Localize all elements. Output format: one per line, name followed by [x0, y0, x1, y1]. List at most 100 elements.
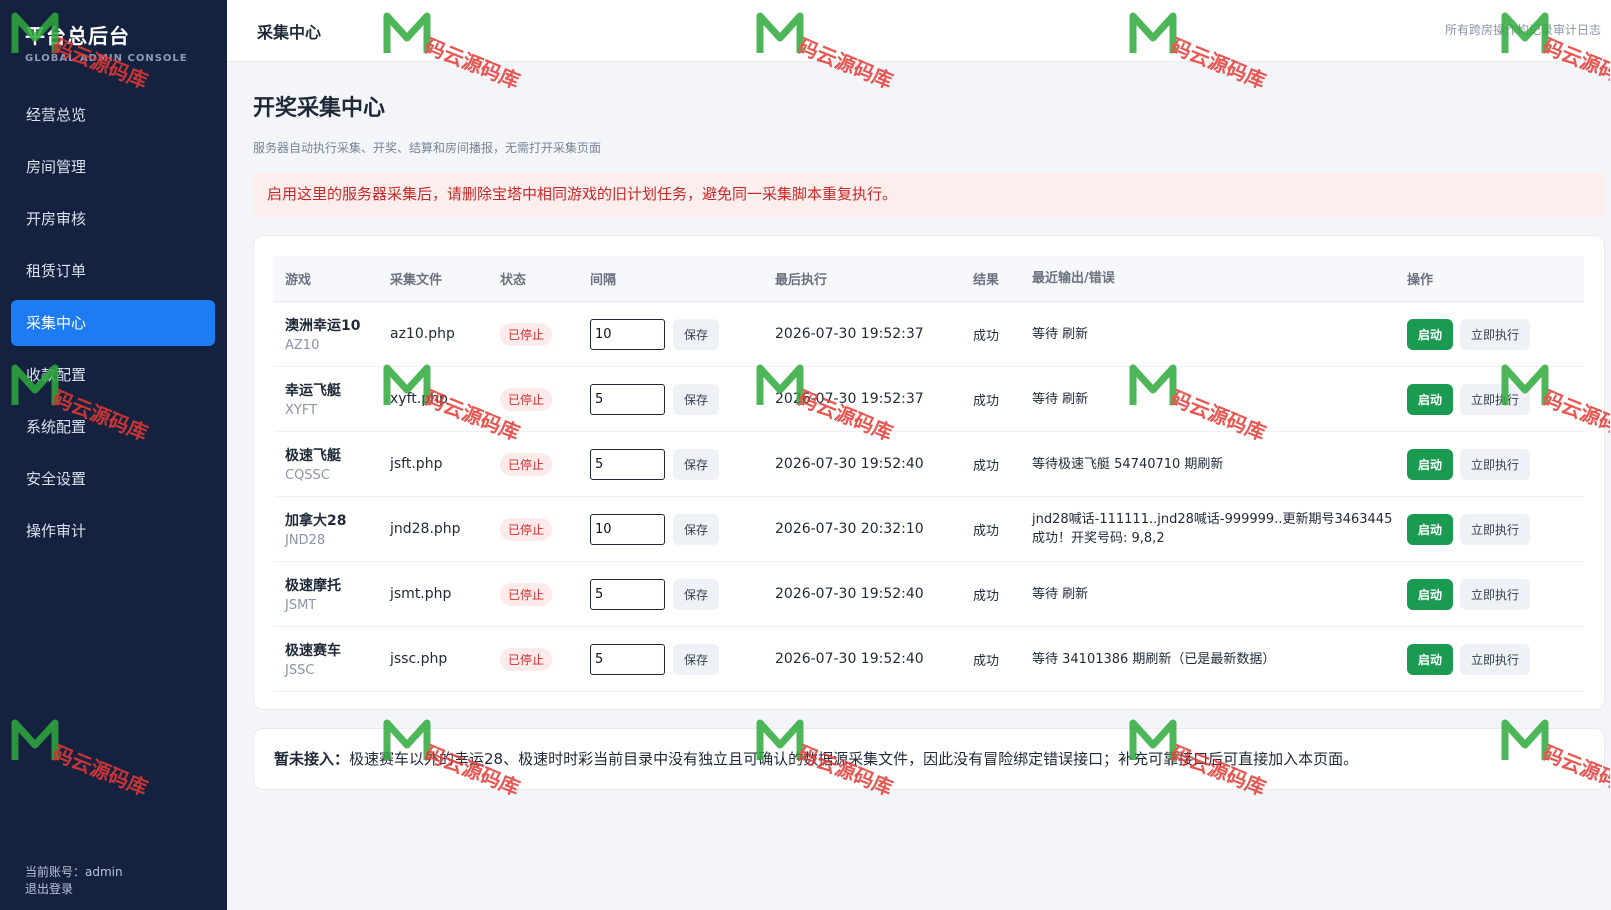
run-now-button[interactable]: 立即执行 [1460, 578, 1531, 610]
start-button[interactable]: 启动 [1407, 318, 1454, 350]
file-name: xyft.php [390, 391, 448, 407]
ops-cell: 启动 立即执行 [1407, 578, 1584, 610]
interval-input[interactable] [590, 448, 665, 480]
game-cell: 幸运飞艇 XYFT [274, 380, 390, 418]
last-run: 2026-07-30 19:52:37 [775, 326, 924, 342]
game-cell: 加拿大28 JND28 [274, 510, 390, 548]
sidebar-item-audit[interactable]: 操作审计 [11, 508, 215, 554]
ops-cell: 启动 立即执行 [1407, 513, 1584, 545]
sidebar-item-security[interactable]: 安全设置 [11, 456, 215, 502]
game-name: 澳洲幸运10 [285, 318, 361, 334]
last-run: 2026-07-30 19:52:40 [775, 456, 924, 472]
save-button[interactable]: 保存 [673, 578, 720, 610]
topbar-title: 采集中心 [257, 23, 322, 42]
game-name: 幸运飞艇 [285, 383, 341, 399]
logout-link[interactable]: 退出登录 [25, 881, 123, 898]
not-integrated-note: 暂未接入：极速赛车以外的幸运28、极速时时彩当前目录中没有独立且可确认的数据源采… [253, 728, 1605, 790]
table-row: 极速飞艇 CQSSC jsft.php 已停止 保存 2026-07-30 19… [274, 432, 1584, 497]
start-button[interactable]: 启动 [1407, 643, 1454, 675]
run-now-button[interactable]: 立即执行 [1460, 643, 1531, 675]
file-name: jsft.php [390, 456, 443, 472]
status-badge: 已停止 [500, 322, 553, 346]
topbar: 采集中心 所有跨房操作均记录审计日志 [227, 0, 1611, 62]
interval-cell: 保存 [590, 643, 775, 675]
output: 等待 34101386 期刷新（已是最新数据） [1032, 651, 1276, 667]
save-button[interactable]: 保存 [673, 318, 720, 350]
interval-input[interactable] [590, 318, 665, 350]
game-name: 极速赛车 [285, 643, 341, 659]
sidebar-item-rental-orders[interactable]: 租赁订单 [11, 248, 215, 294]
interval-cell: 保存 [590, 318, 775, 350]
run-now-button[interactable]: 立即执行 [1460, 448, 1531, 480]
table-row: 澳洲幸运10 AZ10 az10.php 已停止 保存 2026-07-30 1… [274, 302, 1584, 367]
run-now-button[interactable]: 立即执行 [1460, 513, 1531, 545]
collector-card: 游戏 采集文件 状态 间隔 最后执行 结果 最近输出/错误 操作 澳洲幸运10 … [253, 235, 1605, 710]
sidebar-item-payment-config[interactable]: 收款配置 [11, 352, 215, 398]
warning-alert: 启用这里的服务器采集后，请删除宝塔中相同游戏的旧计划任务，避免同一采集脚本重复执… [253, 172, 1605, 217]
header-last-run: 最后执行 [775, 273, 828, 288]
game-name: 加拿大28 [285, 513, 347, 529]
result: 成功 [973, 588, 1000, 604]
game-name: 极速飞艇 [285, 448, 341, 464]
save-button[interactable]: 保存 [673, 643, 720, 675]
last-run: 2026-07-30 19:52:37 [775, 391, 924, 407]
start-button[interactable]: 启动 [1407, 578, 1454, 610]
sidebar-item-rooms[interactable]: 房间管理 [11, 144, 215, 190]
result: 成功 [973, 458, 1000, 474]
file-name: jnd28.php [390, 521, 461, 537]
header-ops: 操作 [1407, 273, 1434, 288]
file-name: jssc.php [390, 651, 448, 667]
game-code: JSMT [285, 598, 317, 613]
output: 等待 刷新 [1032, 586, 1089, 602]
file-name: az10.php [390, 326, 455, 342]
start-button[interactable]: 启动 [1407, 383, 1454, 415]
page-description: 服务器自动执行采集、开奖、结算和房间播报，无需打开采集页面 [253, 141, 602, 155]
game-code: JND28 [285, 533, 326, 548]
sidebar: 平台总后台 GLOBAL ADMIN CONSOLE 经营总览 房间管理 开房审… [0, 0, 227, 910]
ops-cell: 启动 立即执行 [1407, 448, 1584, 480]
game-cell: 极速摩托 JSMT [274, 575, 390, 613]
output: 等待 刷新 [1032, 326, 1089, 342]
game-cell: 极速飞艇 CQSSC [274, 445, 390, 483]
interval-cell: 保存 [590, 448, 775, 480]
game-cell: 澳洲幸运10 AZ10 [274, 315, 390, 353]
start-button[interactable]: 启动 [1407, 448, 1454, 480]
status-cell: 已停止 [500, 582, 590, 606]
last-run: 2026-07-30 20:32:10 [775, 521, 924, 537]
run-now-button[interactable]: 立即执行 [1460, 383, 1531, 415]
interval-input[interactable] [590, 513, 665, 545]
status-badge: 已停止 [500, 387, 553, 411]
game-code: JSSC [285, 663, 315, 678]
output: jnd28喊话-111111..jnd28喊话-999999..更新期号3463… [1032, 512, 1393, 546]
save-button[interactable]: 保存 [673, 513, 720, 545]
current-account: 当前账号：admin [25, 865, 123, 879]
game-name: 极速摩托 [285, 578, 341, 594]
ops-cell: 启动 立即执行 [1407, 643, 1584, 675]
interval-input[interactable] [590, 383, 665, 415]
save-button[interactable]: 保存 [673, 383, 720, 415]
sidebar-item-overview[interactable]: 经营总览 [11, 92, 215, 138]
last-run: 2026-07-30 19:52:40 [775, 651, 924, 667]
result: 成功 [973, 523, 1000, 539]
note-label: 暂未接入： [274, 750, 350, 768]
sidebar-nav: 经营总览 房间管理 开房审核 租赁订单 采集中心 收款配置 系统配置 安全设置 … [0, 92, 227, 560]
sidebar-item-collection-center[interactable]: 采集中心 [11, 300, 215, 346]
sidebar-item-system-config[interactable]: 系统配置 [11, 404, 215, 450]
result: 成功 [973, 328, 1000, 344]
game-code: XYFT [285, 403, 318, 418]
output: 等待 刷新 [1032, 391, 1089, 407]
interval-input[interactable] [590, 578, 665, 610]
table-row: 幸运飞艇 XYFT xyft.php 已停止 保存 2026-07-30 19:… [274, 367, 1584, 432]
run-now-button[interactable]: 立即执行 [1460, 318, 1531, 350]
audit-note: 所有跨房操作均记录审计日志 [1444, 23, 1601, 37]
start-button[interactable]: 启动 [1407, 513, 1454, 545]
table-row: 极速赛车 JSSC jssc.php 已停止 保存 2026-07-30 19:… [274, 627, 1584, 692]
table-row: 极速摩托 JSMT jsmt.php 已停止 保存 2026-07-30 19:… [274, 562, 1584, 627]
header-status: 状态 [500, 273, 527, 288]
game-cell: 极速赛车 JSSC [274, 640, 390, 678]
sidebar-item-room-review[interactable]: 开房审核 [11, 196, 215, 242]
interval-input[interactable] [590, 643, 665, 675]
result: 成功 [973, 653, 1000, 669]
save-button[interactable]: 保存 [673, 448, 720, 480]
header-output: 最近输出/错误 [1032, 271, 1115, 286]
